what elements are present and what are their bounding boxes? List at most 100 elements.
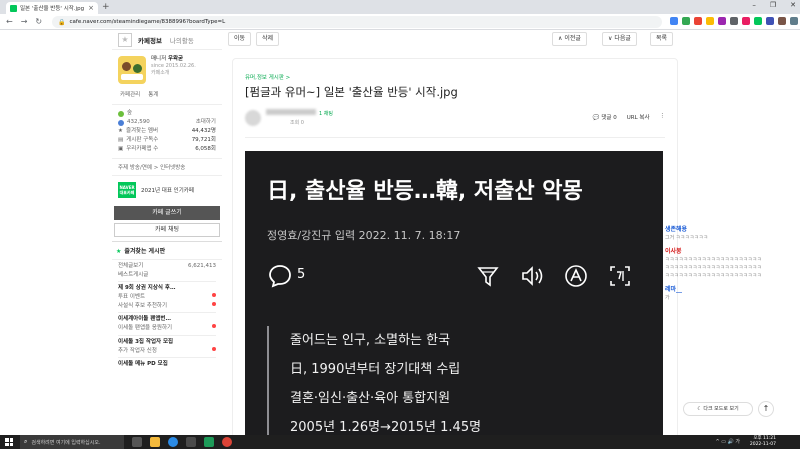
tab-title: 일본 '출산율 반등' 시작.jpg : 네… (20, 6, 86, 12)
manager-name[interactable]: 우왁굳 (168, 56, 183, 62)
tray-icons[interactable]: ^ ▭ 🔊 가 (715, 438, 740, 445)
article-byline: 정영효/강진규 입력 2022. 11. 7. 18:17 (267, 229, 461, 242)
chat-username[interactable]: 생존해용 (665, 226, 800, 234)
extension-icon[interactable] (670, 17, 678, 25)
board-item[interactable]: 전체글보기 6,621,413 (118, 262, 216, 271)
extensions-bar (670, 17, 800, 25)
board-label: 베스트게시글 (118, 271, 149, 278)
app-icon[interactable] (204, 437, 214, 447)
extension-icon[interactable] (706, 17, 714, 25)
board-label: 사설식 후보 추천하기 (118, 302, 168, 309)
delete-button[interactable]: 삭제 (256, 32, 280, 46)
author-name-blurred[interactable] (266, 109, 316, 115)
stat-label: 게시판 구독수 (126, 137, 159, 143)
task-view-icon[interactable] (132, 437, 142, 447)
url-text: cafe.naver.com/steamindiegame/8388996?bo… (69, 19, 226, 25)
board-group-header[interactable]: 이세돌 메뉴 PD 모집 (118, 357, 216, 369)
board-label: 추가 작업자 신청 (118, 347, 157, 354)
cafe-intro-link[interactable]: 카페소개 (151, 70, 196, 77)
new-badge-icon (212, 293, 216, 297)
font-size-icon (565, 265, 587, 287)
taskbar-clock[interactable]: 오후 11:21 2022-11-07 (750, 436, 776, 448)
members-count[interactable]: 432,590 (127, 118, 150, 127)
write-post-button[interactable]: 카페 글쓰기 (114, 206, 220, 220)
divider (245, 137, 665, 138)
close-tab-icon[interactable]: × (88, 4, 94, 12)
cafe-sidebar: ★ 카페정보 나의활동 매니저 우왁굳 since 2015.02.26. 카페… (112, 30, 222, 435)
invite-link[interactable]: 초대하기 (196, 118, 216, 127)
board-group-header[interactable]: 제 9회 상권 지상식 후… (118, 281, 216, 293)
extension-icon[interactable] (682, 17, 690, 25)
cafe-stats-link[interactable]: 통계 (148, 90, 158, 98)
article-image: 日, 출산율 반등…韓, 저출산 악몽 정영효/강진규 입력 2022. 11.… (245, 151, 663, 435)
store-icon[interactable] (186, 437, 196, 447)
dark-mode-button[interactable]: ☾ 다크 모드로 보기 (683, 402, 753, 416)
prev-post-button[interactable]: 이전글 (564, 35, 581, 42)
edge-icon[interactable] (168, 437, 178, 447)
board-group-header[interactable]: 이세계아이돌 팬앱번… (118, 312, 216, 324)
back-button[interactable]: ← (6, 17, 13, 26)
forward-button[interactable]: → (21, 17, 28, 26)
chat-username[interactable]: 레마__ (665, 286, 800, 294)
star-icon[interactable]: ★ (118, 32, 132, 47)
minimize-button[interactable]: – (752, 1, 756, 9)
author-level: 1 채팅 (319, 111, 333, 117)
speaker-icon (522, 266, 543, 286)
extension-icon[interactable] (730, 17, 738, 25)
chrome-icon[interactable] (222, 437, 232, 447)
next-post-button[interactable]: 다음글 (614, 35, 631, 42)
scroll-top-button[interactable]: ↑ (758, 401, 774, 417)
extension-icon[interactable] (778, 17, 786, 25)
comments-link[interactable]: 댓글 0 (601, 115, 616, 121)
naver-award-badge: NAVER 대표카페 (118, 182, 136, 198)
tab-cafe-info[interactable]: 카페정보 (138, 35, 162, 45)
chat-username[interactable]: 이사봉 (665, 248, 800, 256)
naver-favicon-icon (10, 4, 17, 12)
speech-bubble-icon (269, 265, 291, 288)
extension-icon[interactable] (766, 17, 774, 25)
url-input[interactable]: 🔒 cafe.naver.com/steamindiegame/8388996?… (52, 16, 662, 28)
file-explorer-icon[interactable] (150, 437, 160, 447)
stat-value: 6,058회 (195, 146, 216, 152)
extension-icon[interactable] (694, 17, 702, 25)
article-headline: 日, 출산율 반등…韓, 저출산 악몽 (267, 179, 583, 204)
reload-button[interactable]: ↻ (35, 17, 42, 26)
chat-message: ㅋㅋㅋㅋㅋㅋㅋㅋㅋㅋㅋㅋㅋㅋㅋㅋㅋㅋㅋㅋㅋ (665, 265, 762, 271)
quote-bar (267, 326, 269, 435)
cafe-manage-link[interactable]: 카페관리 (120, 90, 140, 98)
avatar[interactable] (245, 109, 261, 126)
new-tab-button[interactable]: + (102, 2, 110, 12)
windows-taskbar: ⌕ 검색하려면 여기에 입력하십시오. ^ ▭ 🔊 가 오후 11:21 202… (0, 435, 800, 449)
award-text: 2021년 대표 인기카페 (141, 188, 194, 194)
extension-icon[interactable] (754, 17, 762, 25)
more-icon[interactable]: ⋮ (660, 113, 666, 121)
author-block[interactable]: 1 채팅 조회 0 (245, 109, 333, 126)
board-label: 이세돌 메뉴 PD 모집 (118, 361, 168, 367)
close-window-button[interactable]: ✕ (790, 1, 796, 9)
filter-icon (477, 267, 499, 287)
cafe-chat-button[interactable]: 카페 채팅 (114, 223, 220, 237)
extension-icon[interactable] (742, 17, 750, 25)
list-button[interactable]: 목록 (650, 32, 674, 46)
board-item[interactable]: 투표 이벤트 (118, 293, 216, 302)
board-item[interactable]: 사설식 후보 추천하기 (118, 301, 216, 311)
dark-mode-label: 다크 모드로 보기 (703, 406, 739, 412)
maximize-button[interactable]: ❐ (770, 1, 776, 9)
cafe-logo[interactable] (118, 56, 146, 84)
browser-tab[interactable]: 일본 '출산율 반등' 시작.jpg : 네… × (6, 2, 98, 14)
article-line: 日, 1990년부터 장기대책 수립 (290, 362, 461, 377)
board-breadcrumb[interactable]: 유머,정보 게시판 > (245, 73, 290, 81)
tab-my-activity[interactable]: 나의활동 (170, 35, 194, 45)
board-item[interactable]: 추가 작업자 신청 (118, 346, 216, 356)
extension-icon[interactable] (790, 17, 798, 25)
taskbar-search-input[interactable]: ⌕ 검색하려면 여기에 입력하십시오. (20, 435, 124, 449)
url-copy-button[interactable]: URL 복사 (627, 113, 650, 121)
board-item[interactable]: 이세돌 팬앱을 응원하기 (118, 324, 216, 333)
move-button[interactable]: 이동 (228, 32, 252, 46)
board-label: 투표 이벤트 (118, 294, 146, 300)
windows-start-icon[interactable] (5, 438, 13, 446)
extension-icon[interactable] (718, 17, 726, 25)
board-group-header[interactable]: 이세돌 3집 작업자 모집 (118, 334, 216, 347)
lock-icon: 🔒 (58, 18, 66, 26)
board-item[interactable]: 베스트게시글 (118, 271, 216, 280)
